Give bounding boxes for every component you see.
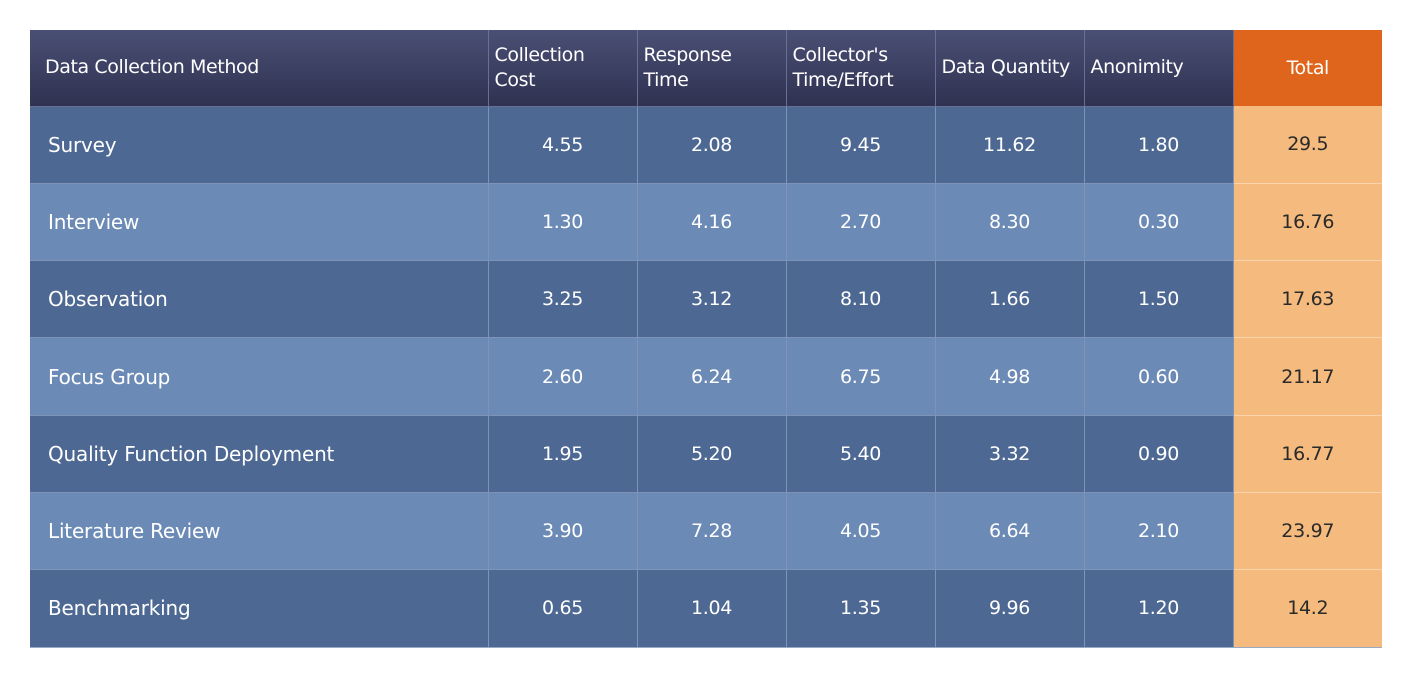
cell-method: Observation [30,260,489,338]
cell-collector-effort: 2.70 [786,182,936,261]
cell-data-quantity: 6.64 [935,491,1085,570]
data-collection-methods-table: Data Collection Method Collection Cost Re… [30,30,1382,648]
cell-collection-cost: 4.55 [488,105,638,184]
cell-method: Benchmarking [30,569,489,648]
cell-collection-cost: 0.65 [488,569,638,648]
cell-collector-effort: 4.05 [786,491,936,570]
header-label-line: Response [643,43,732,66]
table-row: Benchmarking 0.65 1.04 1.35 9.96 1.20 14.2 [30,569,1382,648]
cell-response-time: 4.16 [637,182,787,261]
header-total: Total [1233,30,1382,106]
table-row: Focus Group 2.60 6.24 6.75 4.98 0.60 21.17 [30,337,1382,416]
header-method-label: Data Collection Method [45,56,259,79]
table-row: Survey 4.55 2.08 9.45 11.62 1.80 29.5 [30,105,1382,184]
cell-response-time: 7.28 [637,491,787,570]
cell-data-quantity: 1.66 [935,260,1085,338]
cell-collection-cost: 3.90 [488,491,638,570]
cell-collector-effort: 8.10 [786,260,936,338]
cell-method: Literature Review [30,491,489,570]
cell-total: 16.77 [1233,414,1382,493]
header-label-line: Time/Effort [792,68,894,91]
cell-anonimity: 2.10 [1084,491,1234,570]
cell-total: 17.63 [1233,260,1382,338]
cell-total: 23.97 [1233,491,1382,570]
cell-anonimity: 1.80 [1084,105,1234,184]
cell-response-time: 6.24 [637,337,787,416]
header-response-time: Response Time [637,30,787,106]
cell-data-quantity: 11.62 [935,105,1085,184]
table-row: Observation 3.25 3.12 8.10 1.66 1.50 17.63 [30,260,1382,338]
cell-total: 21.17 [1233,337,1382,416]
cell-method: Survey [30,105,489,184]
header-collection-cost: Collection Cost [488,30,638,106]
cell-total: 14.2 [1233,569,1382,648]
table-row: Quality Function Deployment 1.95 5.20 5.40 3… [30,414,1382,493]
header-anonimity: Anonimity [1084,30,1234,106]
cell-response-time: 2.08 [637,105,787,184]
cell-total: 29.5 [1233,106,1382,184]
cell-method: Focus Group [30,337,489,416]
cell-method: Interview [30,182,489,261]
table-body: Survey 4.55 2.08 9.45 11.62 1.80 29.5 Interview… [30,105,1382,648]
cell-data-quantity: 4.98 [935,337,1085,416]
cell-response-time: 1.04 [637,569,787,648]
header-data-quantity: Data Quantity [935,30,1085,106]
cell-anonimity: 1.50 [1084,260,1234,338]
header-method: Data Collection Method [30,30,489,106]
cell-data-quantity: 8.30 [935,182,1085,261]
cell-response-time: 3.12 [637,260,787,338]
cell-collection-cost: 3.25 [488,260,638,338]
cell-collector-effort: 9.45 [786,105,936,184]
header-label-line: Cost [494,68,536,91]
cell-method: Quality Function Deployment [30,414,489,493]
cell-data-quantity: 3.32 [935,414,1085,493]
cell-collection-cost: 1.30 [488,182,638,261]
cell-total: 16.76 [1233,182,1382,261]
cell-response-time: 5.20 [637,414,787,493]
header-row: Data Collection Method Collection Cost Re… [30,30,1382,106]
header-label-line: Anonimity [1090,56,1184,79]
table-row: Literature Review 3.90 7.28 4.05 6.64 2.10 23.… [30,491,1382,570]
cell-anonimity: 0.90 [1084,414,1234,493]
header-label-line: Collector's [792,43,889,66]
cell-anonimity: 0.30 [1084,182,1234,261]
cell-anonimity: 1.20 [1084,569,1234,648]
header-label-line: Time [643,68,689,91]
cell-collection-cost: 1.95 [488,414,638,493]
table-row: Interview 1.30 4.16 2.70 8.30 0.30 16.76 [30,182,1382,261]
header-label-line: Data Quantity [941,56,1071,79]
header-collector-effort: Collector's Time/Effort [786,30,936,106]
data-collection-methods-table-container: Data Collection Method Collection Cost Re… [30,30,1382,648]
cell-data-quantity: 9.96 [935,569,1085,648]
cell-collection-cost: 2.60 [488,337,638,416]
header-label-line: Collection [494,43,585,66]
cell-anonimity: 0.60 [1084,337,1234,416]
cell-collector-effort: 6.75 [786,337,936,416]
cell-collector-effort: 5.40 [786,414,936,493]
cell-collector-effort: 1.35 [786,569,936,648]
header-total-label: Total [1286,56,1330,79]
